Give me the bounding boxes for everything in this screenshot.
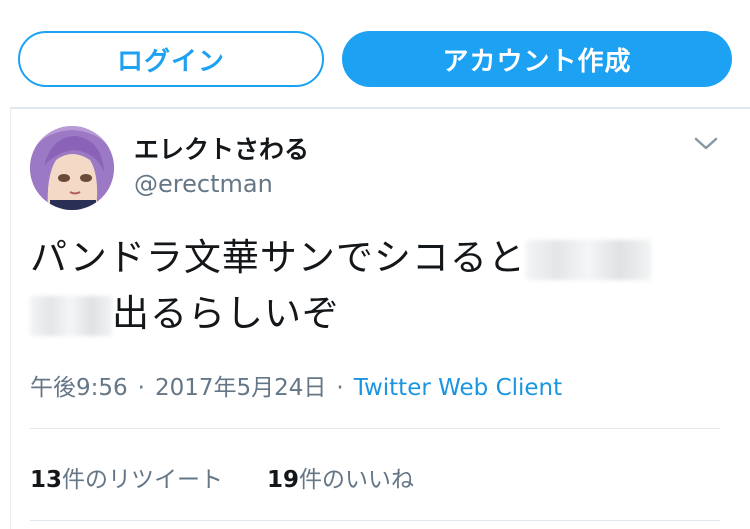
tweet-text-line2: 出るらしいぞ [112,292,340,335]
card-border [10,108,11,529]
tweet-text: パンドラ文華サンでシコると 出るらしいぞ [30,230,710,342]
tweet-time[interactable]: 午後9:56 [30,375,128,401]
retweet-stat[interactable]: 13件のリツイート [30,467,223,493]
header-divider [10,107,750,109]
separator: · [137,375,145,401]
tweet-meta: 午後9:56 · 2017年5月24日 · Twitter Web Client [30,368,562,402]
avatar-image [30,126,114,210]
censored-blur [525,239,651,280]
display-name[interactable]: エレクトさわる [134,130,309,166]
header-bar: ログイン アカウント作成 [0,0,750,108]
tweet-date[interactable]: 2017年5月24日 [155,375,326,401]
login-button[interactable]: ログイン [18,31,324,87]
separator: · [336,375,344,401]
like-stat[interactable]: 19件のいいね [267,467,414,493]
tweet-client-link[interactable]: Twitter Web Client [354,375,562,401]
retweet-label: 件のリツイート [62,467,224,493]
avatar[interactable] [30,126,114,210]
like-label: 件のいいね [299,467,415,493]
bottom-divider [30,520,720,521]
retweet-count: 13 [30,467,63,493]
tweet-stats: 13件のリツイート 19件のいいね [30,460,414,494]
censored-blur [30,295,112,336]
like-count: 19 [267,467,300,493]
chevron-down-icon[interactable] [692,132,720,154]
signup-button[interactable]: アカウント作成 [342,31,732,87]
stats-divider [30,428,720,429]
tweet-text-line1: パンドラ文華サンでシコると [30,236,526,279]
user-handle[interactable]: @erectman [134,170,273,198]
